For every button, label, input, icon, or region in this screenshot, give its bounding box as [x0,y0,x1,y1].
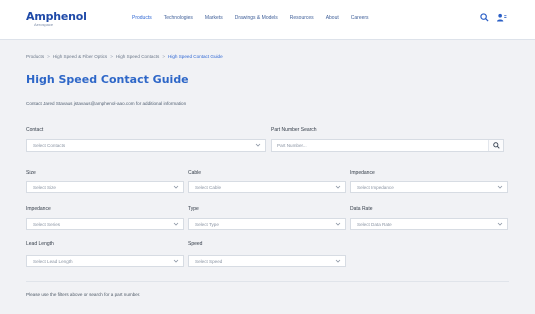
main-nav: Products Technologies Markets Drawings &… [132,15,381,21]
chevron-down-icon [335,259,341,263]
type-select-value: Select Type [195,222,219,227]
breadcrumb-separator: > [110,54,113,59]
size-select-value: Select Size [33,185,56,190]
page: Amphenol Aerospace Products Technologies… [0,0,535,314]
breadcrumb-high-speed-fiber[interactable]: High Speed & Fiber Optics [53,54,107,59]
part-search-label: Part Number Search [271,127,317,133]
site-header: Amphenol Aerospace Products Technologies… [0,0,535,40]
nav-about[interactable]: About [326,15,339,21]
breadcrumb: Products > High Speed & Fiber Optics > High … [26,54,223,59]
chevron-down-icon [173,259,179,263]
cable-select-value: Select Cable [195,185,222,190]
user-account-icon[interactable] [496,13,507,22]
breadcrumb-separator: > [47,54,50,59]
section-divider [26,281,509,282]
breadcrumb-high-speed-contacts[interactable]: High Speed Contacts [116,54,159,59]
chevron-down-icon [497,185,503,189]
nav-markets[interactable]: Markets [205,15,223,21]
chevron-down-icon [335,185,341,189]
data-rate-select-value: Select Data Rate [357,222,392,227]
contact-label: Contact [26,127,44,133]
search-icon [493,142,500,149]
contact-info-text: Contact Jared Stavaus jstavaus@amphenol-… [26,101,187,106]
breadcrumb-current: High Speed Contact Guide [168,54,223,59]
help-text: Please use the filters above or search f… [26,292,141,297]
chevron-down-icon [497,222,503,226]
size-label: Size [26,170,36,176]
nav-resources[interactable]: Resources [290,15,314,21]
nav-careers[interactable]: Careers [351,15,369,21]
type-select[interactable]: Select Type [188,218,346,230]
breadcrumb-separator: > [162,54,166,59]
speed-select[interactable]: Select Speed [188,255,346,267]
data-rate-select[interactable]: Select Data Rate [350,218,508,230]
lead-length-label: Lead Length [26,241,54,247]
series-select[interactable]: Select Series [26,218,184,230]
contact-select-value: Select Contacts [33,143,66,148]
impedance-select-value: Select Impedance [357,185,394,190]
nav-drawings-models[interactable]: Drawings & Models [235,15,278,21]
nav-technologies[interactable]: Technologies [164,15,193,21]
lead-length-select-value: Select Lead Length [33,259,73,264]
chevron-down-icon [173,185,179,189]
impedance-select[interactable]: Select Impedance [350,181,508,193]
data-rate-label: Data Rate [350,206,373,212]
size-select[interactable]: Select Size [26,181,184,193]
contact-select[interactable]: Select Contacts [26,139,266,152]
search-icon[interactable] [480,13,489,22]
part-search-button[interactable] [488,140,503,151]
series-select-value: Select Series [33,222,61,227]
part-number-search-input[interactable]: Part Number... [271,139,504,152]
part-search-placeholder: Part Number... [277,143,307,148]
brand-logo[interactable]: Amphenol Aerospace [26,10,87,27]
cable-select[interactable]: Select Cable [188,181,346,193]
chevron-down-icon [255,143,261,147]
breadcrumb-products[interactable]: Products [26,54,44,59]
chevron-down-icon [335,222,341,226]
chevron-down-icon [173,222,179,226]
impedance-label: Impedance [350,170,375,176]
lead-length-select[interactable]: Select Lead Length [26,255,184,267]
speed-select-value: Select Speed [195,259,223,264]
cable-label: Cable [188,170,202,176]
series-label: Impedance [26,206,51,212]
type-label: Type [188,206,199,212]
page-title: High Speed Contact Guide [26,73,189,86]
speed-label: Speed [188,241,203,247]
nav-products[interactable]: Products [132,15,152,21]
